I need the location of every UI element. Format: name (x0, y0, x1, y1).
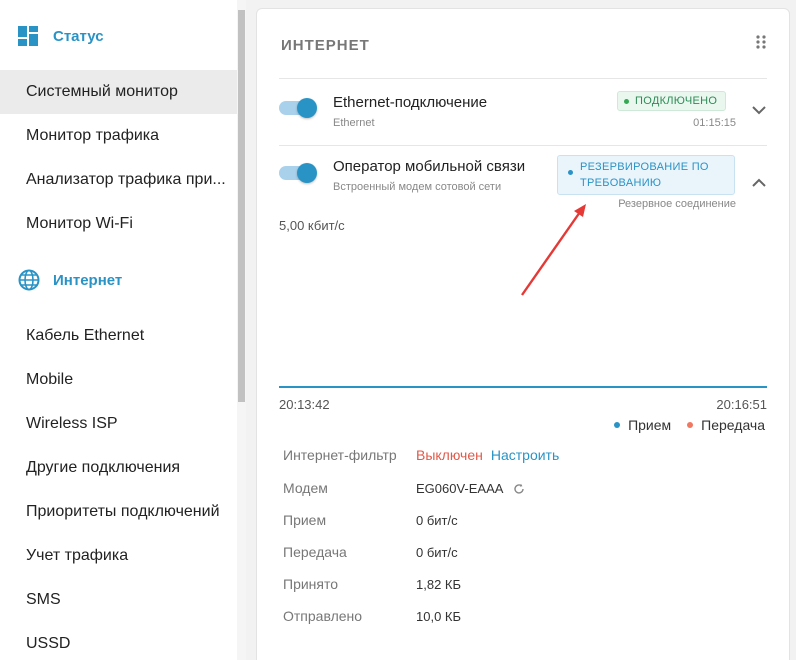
sidebar-item-traffic-monitor[interactable]: Монитор трафика (0, 114, 237, 158)
sidebar-section-label: Статус (53, 27, 104, 45)
legend-dot-rx (614, 422, 621, 428)
refresh-icon[interactable] (513, 483, 525, 495)
connection-uptime: 01:15:15 (693, 117, 736, 129)
ethernet-toggle[interactable] (279, 98, 317, 118)
chart-max-label: 5,00 кбит/с (279, 218, 345, 233)
info-label-tx: Передача (283, 544, 347, 560)
info-value-received: 1,82 КБ (416, 577, 462, 592)
info-label-rx: Прием (283, 512, 327, 528)
info-label-sent: Отправлено (283, 608, 363, 624)
mobile-toggle[interactable] (279, 163, 317, 183)
filter-configure-link[interactable]: Настроить (491, 447, 559, 463)
info-label-modem: Модем (283, 480, 328, 496)
info-value-tx: 0 бит/с (416, 545, 458, 560)
modem-model: EG060V-EAAA (416, 481, 504, 496)
sidebar-item-ussd[interactable]: USSD (0, 622, 237, 660)
status-badge-connected: ПОДКЛЮЧЕНО (617, 91, 727, 111)
sidebar-item-connection-priorities[interactable]: Приоритеты подключений (0, 490, 237, 534)
sidebar-item-wireless-isp[interactable]: Wireless ISP (0, 402, 237, 446)
info-value-rx: 0 бит/с (416, 513, 458, 528)
legend-item-rx: Прием (614, 417, 671, 433)
chart-legend: Прием Передача (598, 417, 765, 433)
connection-role: Резервное соединение (618, 198, 736, 210)
connection-subtitle: Встроенный модем сотовой сети (333, 181, 502, 193)
connection-subtitle: Ethernet (333, 117, 375, 129)
sidebar-item-ethernet-cable[interactable]: Кабель Ethernet (0, 314, 237, 358)
filter-status: Выключен (416, 447, 483, 463)
legend-dot-tx (687, 422, 694, 428)
sidebar-scrollbar[interactable] (237, 0, 246, 660)
internet-card: ИНТЕРНЕТ Ethernet-подключение Ethernet П… (256, 8, 790, 660)
sidebar-item-sms[interactable]: SMS (0, 578, 237, 622)
grip-icon[interactable] (755, 34, 767, 50)
status-dot (624, 98, 629, 104)
sidebar-item-system-monitor[interactable]: Системный монитор (0, 70, 237, 114)
legend-label: Передача (701, 417, 765, 433)
info-value-modem: EG060V-EAAA (416, 481, 525, 496)
connection-name: Ethernet-подключение (333, 94, 488, 111)
sidebar: Статус Системный монитор Монитор трафика… (0, 0, 237, 660)
toggle-knob (297, 98, 317, 118)
status-dot (568, 170, 573, 175)
sidebar-item-other-connections[interactable]: Другие подключения (0, 446, 237, 490)
sidebar-section-status[interactable]: Статус (0, 22, 237, 50)
card-title: ИНТЕРНЕТ (281, 37, 370, 54)
chart-baseline (279, 386, 767, 388)
legend-label: Прием (628, 417, 672, 433)
scrollbar-thumb[interactable] (238, 10, 245, 402)
toggle-knob (297, 163, 317, 183)
chart-time-end: 20:16:51 (716, 397, 767, 412)
sidebar-item-traffic-accounting[interactable]: Учет трафика (0, 534, 237, 578)
info-label-received: Принято (283, 576, 339, 592)
sidebar-item-wifi-monitor[interactable]: Монитор Wi-Fi (0, 202, 237, 246)
sidebar-item-mobile[interactable]: Mobile (0, 358, 237, 402)
sidebar-section-label: Интернет (53, 271, 123, 289)
annotation-arrow (521, 204, 586, 296)
connection-name: Оператор мобильной связи (333, 158, 526, 175)
dashboard-icon (18, 26, 38, 46)
globe-icon (18, 269, 40, 291)
connection-row-ethernet[interactable]: Ethernet-подключение Ethernet ПОДКЛЮЧЕНО… (279, 79, 767, 145)
status-badge-backup-on-demand: РЕЗЕРВИРОВАНИЕ ПО ТРЕБОВАНИЮ (557, 155, 735, 195)
status-badge-label: РЕЗЕРВИРОВАНИЕ ПО ТРЕБОВАНИЮ (580, 161, 709, 189)
status-badge-label: ПОДКЛЮЧЕНО (635, 95, 718, 107)
chevron-up-icon[interactable] (751, 178, 767, 188)
legend-item-tx: Передача (687, 417, 765, 433)
info-value-sent: 10,0 КБ (416, 609, 462, 624)
sidebar-section-internet[interactable]: Интернет (0, 266, 237, 294)
sidebar-item-traffic-analyzer[interactable]: Анализатор трафика при... (0, 158, 237, 202)
chevron-down-icon[interactable] (751, 105, 767, 115)
info-label-filter: Интернет-фильтр (283, 447, 397, 463)
info-value-filter: Выключен Настроить (416, 447, 559, 463)
chart-time-start: 20:13:42 (279, 397, 330, 412)
